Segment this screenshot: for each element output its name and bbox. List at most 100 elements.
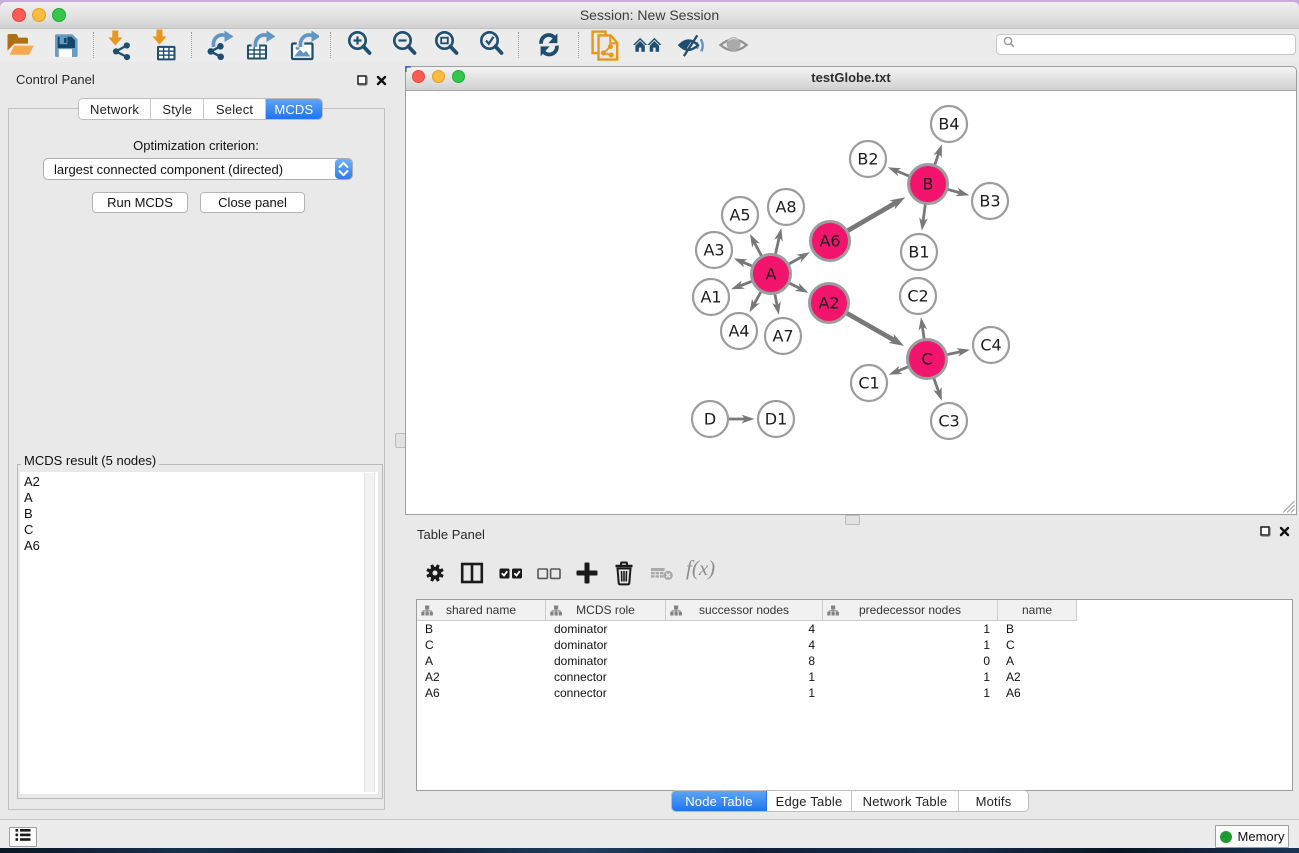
search-input[interactable]	[996, 34, 1296, 55]
column-header-shared-name[interactable]: shared name	[417, 600, 546, 621]
graph-edge-C-C3[interactable]	[934, 378, 939, 392]
table-cell[interactable]: A2	[998, 669, 1077, 685]
table-cell[interactable]: 1	[666, 685, 823, 701]
table-cell[interactable]: dominator	[546, 637, 666, 653]
table-cell[interactable]: 8	[666, 653, 823, 669]
copy-share-icon[interactable]	[590, 29, 622, 61]
graph-edge-C-C1[interactable]	[898, 367, 909, 371]
table-cell[interactable]: 0	[823, 653, 998, 669]
run-mcds-button[interactable]: Run MCDS	[92, 192, 188, 213]
table-cell[interactable]: 1	[823, 685, 998, 701]
mcds-result-item[interactable]: A6	[20, 538, 378, 554]
column-header-name[interactable]: name	[998, 600, 1077, 621]
save-session-icon[interactable]	[53, 29, 85, 61]
graph-edge-A-A2[interactable]	[789, 283, 800, 288]
trash-icon[interactable]	[611, 560, 637, 586]
float-panel-icon[interactable]	[1260, 524, 1271, 542]
column-header-MCDS-role[interactable]: MCDS role	[546, 600, 666, 621]
table-row[interactable]: A6connector11A6	[417, 685, 1292, 701]
graph-edge-B-B1[interactable]	[923, 204, 925, 221]
graph-edge-B-B2[interactable]	[896, 171, 909, 176]
table-cell[interactable]: A2	[417, 669, 546, 685]
table-cell[interactable]: C	[417, 637, 546, 653]
table-cell[interactable]: B	[417, 621, 546, 637]
export-network-icon[interactable]	[205, 29, 237, 61]
open-session-icon[interactable]	[3, 29, 35, 61]
resize-grip-icon[interactable]	[1282, 500, 1295, 513]
table-cell[interactable]: 1	[823, 621, 998, 637]
memory-button[interactable]: Memory	[1215, 825, 1289, 848]
home-icon[interactable]	[632, 29, 664, 61]
graph-edge-A-A1[interactable]	[740, 281, 752, 286]
graph-edge-A-A6[interactable]	[789, 257, 802, 264]
zoom-fit-icon[interactable]	[431, 29, 463, 61]
table-cell[interactable]: dominator	[546, 621, 666, 637]
table-row[interactable]: Cdominator41C	[417, 637, 1292, 653]
export-image-icon[interactable]	[287, 29, 319, 61]
tab-edge-table[interactable]: Edge Table	[767, 791, 852, 811]
graph-edge-A-A7[interactable]	[775, 294, 777, 306]
graph-edge-B-B3[interactable]	[948, 189, 960, 192]
table-cell[interactable]: 1	[666, 669, 823, 685]
close-panel-icon[interactable]	[376, 73, 387, 91]
zoom-selected-icon[interactable]	[476, 29, 508, 61]
table-cell[interactable]: B	[998, 621, 1077, 637]
mcds-result-item[interactable]: A2	[20, 474, 378, 490]
tab-node-table[interactable]: Node Table	[672, 791, 767, 811]
mcds-result-item[interactable]: C	[20, 522, 378, 538]
table-cell[interactable]: connector	[546, 685, 666, 701]
refresh-icon[interactable]	[533, 29, 565, 61]
zoom-out-icon[interactable]	[389, 29, 421, 61]
zoom-in-icon[interactable]	[344, 29, 376, 61]
graph-edge-C-C2[interactable]	[922, 327, 924, 339]
split-column-icon[interactable]	[459, 560, 485, 586]
table-cell[interactable]: connector	[546, 669, 666, 685]
graph-edge-A-A3[interactable]	[742, 262, 752, 266]
tab-style[interactable]: Style	[151, 99, 204, 119]
mcds-result-item[interactable]: B	[20, 506, 378, 522]
unchecked-boxes-icon[interactable]	[536, 560, 562, 586]
import-table-icon[interactable]	[151, 29, 183, 61]
table-row[interactable]: Bdominator41B	[417, 621, 1292, 637]
close-panel-icon[interactable]	[1279, 524, 1290, 542]
table-cell[interactable]: A	[417, 653, 546, 669]
graph-edge-A6-B[interactable]	[848, 203, 896, 231]
table-row[interactable]: A2connector11A2	[417, 669, 1292, 685]
network-window-titlebar[interactable]: testGlobe.txt	[406, 67, 1296, 91]
table-cell[interactable]: C	[998, 637, 1077, 653]
gear-icon[interactable]	[422, 560, 448, 586]
export-table-icon[interactable]	[243, 29, 275, 61]
table-cell[interactable]: A	[998, 653, 1077, 669]
graph-edge-A-A8[interactable]	[775, 237, 779, 254]
network-canvas[interactable]: B4B2BB3A5A8A6A3B1AA1C2A2A4A7C4CC1C3DD1	[406, 91, 1296, 514]
import-network-icon[interactable]	[104, 29, 136, 61]
tab-mcds[interactable]: MCDS	[266, 99, 322, 119]
table-cell[interactable]: 4	[666, 637, 823, 653]
close-panel-button[interactable]: Close panel	[200, 192, 305, 213]
graph-edge-A-A4[interactable]	[754, 292, 761, 304]
result-list-scrollbar[interactable]	[364, 473, 375, 792]
table-cell[interactable]: A6	[417, 685, 546, 701]
table-cell[interactable]: 1	[823, 637, 998, 653]
float-panel-icon[interactable]	[357, 73, 368, 91]
tab-motifs[interactable]: Motifs	[959, 791, 1028, 811]
tab-network-table[interactable]: Network Table	[852, 791, 959, 811]
checked-boxes-icon[interactable]	[498, 560, 524, 586]
window-titlebar[interactable]: Session: New Session	[0, 2, 1299, 29]
column-header-predecessor-nodes[interactable]: predecessor nodes	[823, 600, 998, 621]
table-row[interactable]: Adominator80A	[417, 653, 1292, 669]
mcds-result-item[interactable]: A	[20, 490, 378, 506]
graph-edge-A2-C[interactable]	[847, 313, 895, 340]
optimization-criterion-select[interactable]: largest connected component (directed)	[43, 158, 353, 180]
graph-edge-C-C4[interactable]	[947, 352, 961, 355]
graph-edge-B-B4[interactable]	[935, 153, 939, 165]
table-cell[interactable]: A6	[998, 685, 1077, 701]
tab-select[interactable]: Select	[204, 99, 265, 119]
table-cell[interactable]: 1	[823, 669, 998, 685]
table-cell[interactable]: dominator	[546, 653, 666, 669]
show-eye-icon[interactable]	[718, 29, 750, 61]
mcds-result-list[interactable]: A2ABCA6	[20, 472, 378, 794]
add-icon[interactable]	[574, 560, 600, 586]
graph-edge-A-A5[interactable]	[754, 242, 761, 256]
table-cell[interactable]: 4	[666, 621, 823, 637]
